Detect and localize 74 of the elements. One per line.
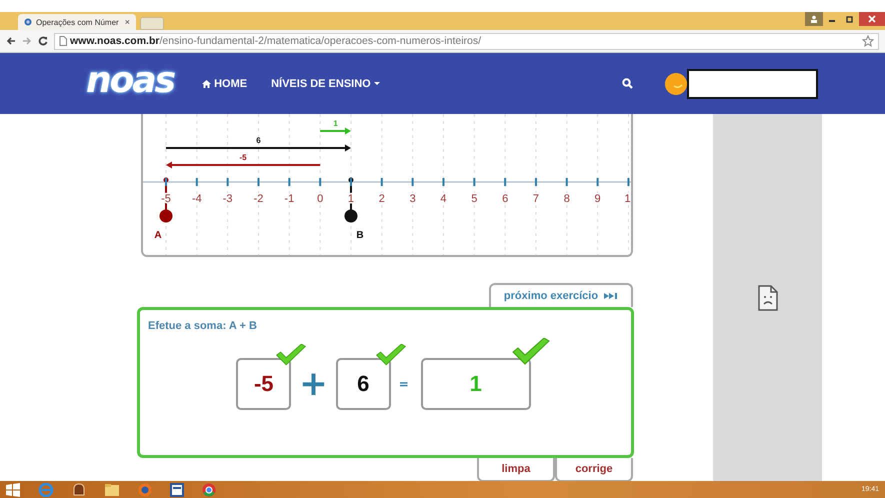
checkmark-icon — [275, 344, 308, 368]
tick-mark — [258, 178, 260, 186]
tab-title: Operações com Númer — [36, 18, 119, 26]
restore-icon — [846, 15, 854, 23]
skip-forward-icon — [604, 293, 618, 299]
tick-mark — [504, 178, 506, 186]
windows-start-icon[interactable] — [6, 482, 20, 496]
arrow-label: 1 — [333, 119, 338, 128]
tick-mark — [566, 178, 568, 186]
home-icon — [202, 80, 212, 88]
tick-mark — [350, 178, 352, 186]
globe-icon — [24, 18, 32, 26]
operator-sign: + — [299, 364, 328, 404]
star-icon[interactable] — [862, 35, 874, 47]
close-icon — [868, 15, 876, 23]
chrome-icon[interactable] — [202, 482, 216, 496]
action-button[interactable]: corrige — [555, 458, 633, 482]
next-exercise-button[interactable]: próximo exercício — [489, 283, 633, 307]
reload-icon[interactable] — [38, 36, 48, 46]
point-label: B — [356, 230, 364, 241]
tick-label: -2 — [254, 193, 264, 205]
point-label: A — [154, 230, 162, 241]
tick-mark — [627, 178, 630, 186]
browser-tab[interactable]: Operações com Númer × — [18, 14, 136, 30]
tick-label: -4 — [192, 193, 202, 205]
tick-label: 3 — [410, 193, 416, 205]
close-tab-button[interactable]: × — [124, 17, 130, 27]
tick-mark — [473, 178, 476, 186]
tick-label: 2 — [378, 193, 385, 205]
user-name-field[interactable] — [687, 68, 818, 98]
point-handle[interactable] — [344, 178, 358, 222]
tick-mark — [165, 178, 167, 186]
tick-label: 0 — [317, 193, 324, 205]
tick-mark — [412, 178, 414, 186]
avatar-icon[interactable] — [665, 72, 687, 94]
tick-mark — [288, 178, 290, 186]
number-field[interactable]: 6 — [336, 358, 391, 410]
document-icon[interactable] — [170, 482, 184, 496]
tick-label: 8 — [564, 193, 570, 205]
tick-mark — [196, 178, 198, 186]
tick-mark — [226, 178, 229, 186]
tick-mark — [596, 178, 599, 186]
number-field[interactable]: -5 — [236, 358, 292, 410]
tick-label: 9 — [594, 193, 601, 205]
close-button[interactable] — [859, 12, 885, 26]
arrow-label: -5 — [240, 153, 247, 162]
user-icon[interactable] — [805, 12, 823, 26]
search-icon[interactable] — [622, 78, 633, 89]
tick-mark — [380, 178, 383, 186]
exercise-prompt: Efetue a soma: A + B — [148, 320, 257, 332]
tick-mark — [319, 178, 322, 186]
operator-sign: = — [398, 377, 409, 391]
back-icon[interactable] — [6, 36, 16, 46]
tick-label: 7 — [532, 193, 540, 205]
action-button[interactable]: limpa — [477, 458, 555, 482]
site-logo[interactable]: noas — [86, 60, 174, 101]
checkmark-icon — [374, 344, 407, 368]
nav-link[interactable]: HOME — [202, 78, 248, 90]
tick-label: -3 — [222, 193, 233, 205]
tick-label: -1 — [284, 193, 294, 205]
tick-label: 6 — [502, 193, 508, 205]
address-field[interactable]: www.noas.com.br/ensino-fundamental-2/matematica/operacoes-com-numeros-inteiros/ — [54, 32, 879, 50]
arrow-label: 6 — [256, 136, 261, 145]
url-text: www.noas.com.br/ensino-fundamental-2/matematica/operacoes-com-numeros-inteiros/ — [70, 35, 482, 47]
tick-mark — [534, 178, 537, 186]
tick-mark — [442, 178, 444, 186]
caret-icon — [374, 82, 380, 86]
tick-label: 1 — [624, 193, 631, 205]
tick-label: 4 — [440, 193, 447, 205]
tick-label: 5 — [471, 193, 478, 205]
nav-link[interactable]: NÍVEIS DE ENSINO — [271, 78, 380, 90]
folder-icon[interactable] — [104, 482, 120, 496]
broken-image-icon — [758, 284, 778, 310]
page-icon — [59, 36, 67, 46]
